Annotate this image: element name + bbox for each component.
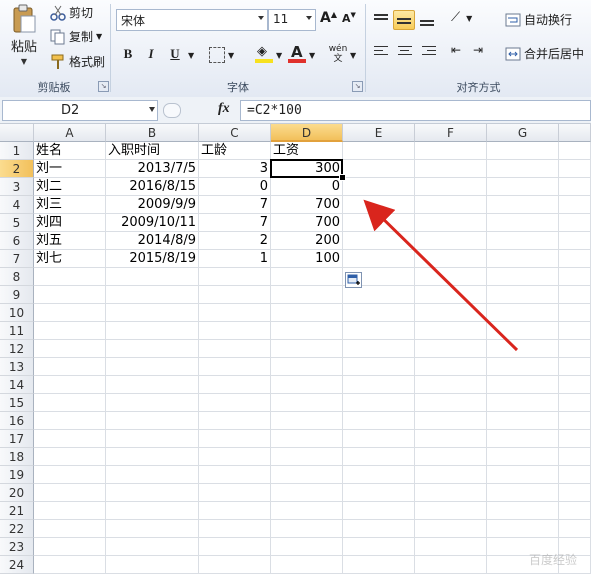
red-arrow-annotation (363, 199, 519, 352)
arrow-line (363, 199, 519, 352)
watermark: 百度经验 (528, 553, 577, 567)
